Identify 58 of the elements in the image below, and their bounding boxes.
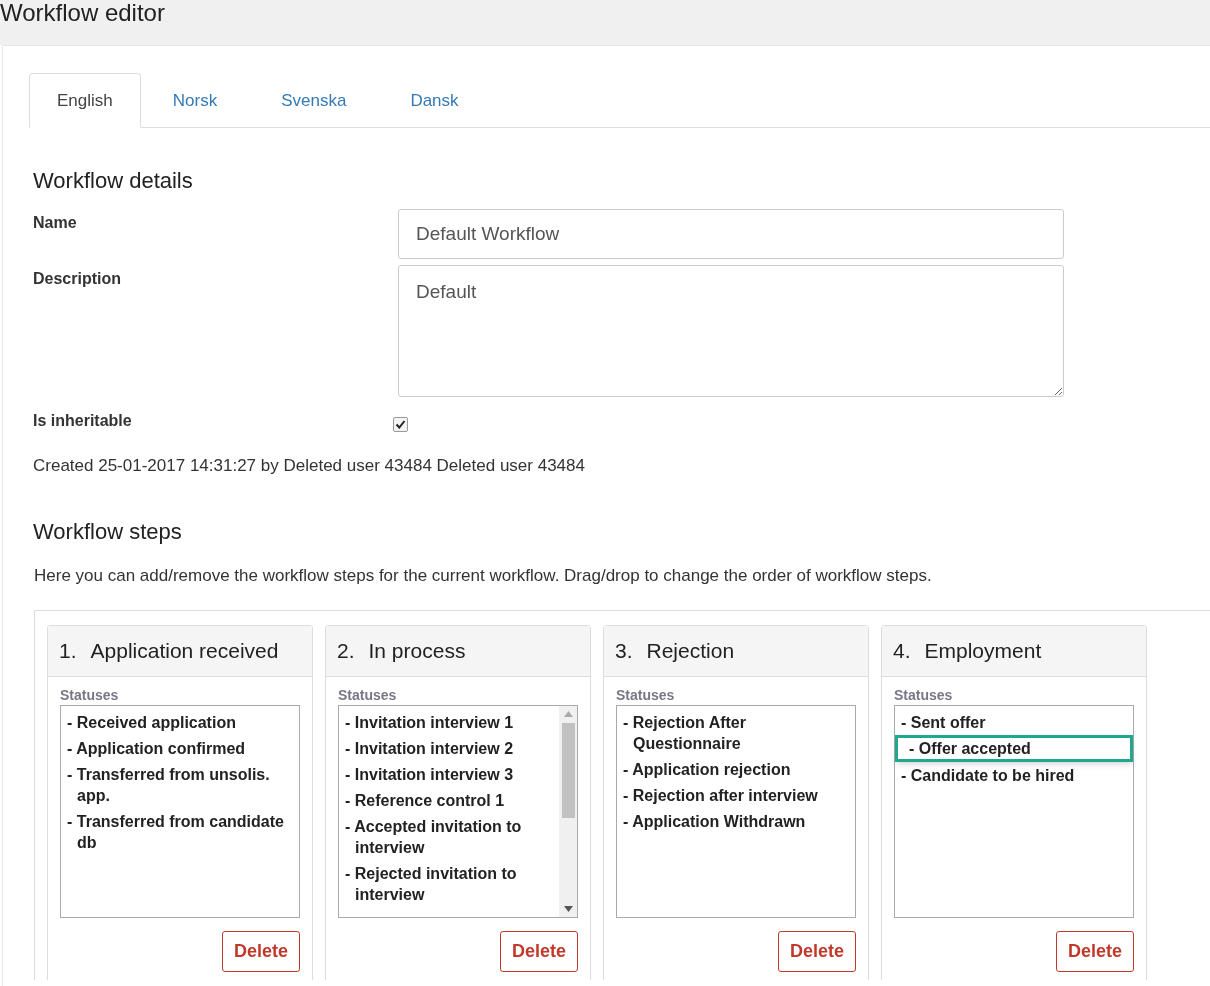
- field-label: Is inheritable: [33, 411, 133, 431]
- status-item[interactable]: - Offer accepted: [895, 735, 1133, 762]
- status-item[interactable]: - Rejection After Questionnaire: [619, 709, 855, 756]
- language-tab[interactable]: Dansk: [378, 73, 491, 128]
- step-title: Rejection: [646, 638, 735, 665]
- step-title: In process: [368, 638, 466, 665]
- inheritable-checkbox[interactable]: [393, 416, 408, 432]
- section-heading: Workflow steps: [33, 518, 183, 545]
- status-list[interactable]: - Rejection After Questionnaire - Application rejection - Rejection after interview - Application Withdrawn: [616, 705, 856, 918]
- status-item[interactable]: - Invitation interview 1: [341, 709, 559, 735]
- field-label: Description: [33, 269, 122, 289]
- field-label: Name: [33, 213, 78, 233]
- status-item[interactable]: - Sent offer: [897, 709, 1133, 735]
- language-tab[interactable]: English: [29, 73, 141, 128]
- status-item[interactable]: - Received application: [63, 709, 299, 735]
- status-item[interactable]: - Candidate to be hired: [897, 762, 1133, 788]
- step-number: 1.: [59, 638, 77, 665]
- status-item[interactable]: - Rejection after interview: [619, 782, 855, 808]
- language-tab[interactable]: Norsk: [140, 73, 250, 128]
- statuses-label: Statuses: [894, 687, 954, 703]
- status-item[interactable]: - Transferred from unsolis. app.: [63, 761, 299, 808]
- step-card[interactable]: 2. In process Statuses - Invitation interview 1 - Invitation interview 2 - Invitation interview 3 - Reference control 1 - Accepted invitation to interview - Rejected invitation to interview Delete: [325, 625, 591, 980]
- name-input[interactable]: Default Workflow: [398, 209, 1064, 259]
- scrollbar[interactable]: [559, 706, 577, 917]
- language-tab[interactable]: Svenska: [249, 73, 379, 128]
- delete-button[interactable]: Delete: [777, 931, 856, 972]
- statuses-label: Statuses: [338, 687, 398, 703]
- created-info: Created 25-01-2017 14:31:27 by Deleted user 43484 Deleted user 43484: [33, 455, 586, 477]
- status-item[interactable]: - Application confirmed: [63, 735, 299, 761]
- status-list[interactable]: - Sent offer - Offer accepted - Candidate to be hired: [894, 705, 1134, 918]
- section-heading: Workflow details: [33, 168, 194, 194]
- status-item[interactable]: - Reference control 1: [341, 787, 559, 813]
- step-number: 3.: [615, 638, 633, 665]
- status-item[interactable]: - Invitation interview 2: [341, 735, 559, 761]
- step-number: 2.: [337, 638, 355, 665]
- status-item[interactable]: - Application Withdrawn: [619, 808, 855, 834]
- step-title: Employment: [924, 638, 1042, 665]
- delete-button[interactable]: Delete: [1055, 931, 1134, 972]
- statuses-label: Statuses: [60, 687, 120, 703]
- status-list[interactable]: - Invitation interview 1 - Invitation interview 2 - Invitation interview 3 - Reference control 1 - Accepted invitation to interview - Rejected invitation to interview: [338, 705, 578, 918]
- step-number: 4.: [893, 638, 911, 665]
- status-item[interactable]: - Invitation interview 3: [341, 761, 559, 787]
- status-item[interactable]: - Transferred from candidate db: [63, 808, 299, 855]
- step-card[interactable]: 3. Rejection Statuses - Rejection After Questionnaire - Application rejection - Rejection after interview - Application Withdrawn Delete: [603, 625, 869, 980]
- delete-button[interactable]: Delete: [221, 931, 300, 972]
- status-item[interactable]: - Rejected invitation to interview: [341, 860, 559, 907]
- scroll-down-arrow-icon[interactable]: [563, 906, 573, 912]
- status-item[interactable]: - Accepted invitation to interview: [341, 813, 559, 860]
- status-item[interactable]: - Application rejection: [619, 756, 855, 782]
- description-textarea[interactable]: Default: [398, 265, 1064, 397]
- delete-button[interactable]: Delete: [499, 931, 578, 972]
- step-card[interactable]: 1. Application received Statuses - Received application - Application confirmed - Transferred from unsolis. app. - Transferred from candidate db Delete: [47, 625, 313, 980]
- steps-hint: Here you can add/remove the workflow steps for the current workflow. Drag/drop to change the order of workflow steps.: [34, 564, 933, 587]
- statuses-label: Statuses: [616, 687, 676, 703]
- step-title: Application received: [90, 638, 279, 665]
- status-list[interactable]: - Received application - Application confirmed - Transferred from unsolis. app. - Transferred from candidate db: [60, 705, 300, 918]
- page-title: Workflow editor: [0, 0, 165, 26]
- step-card[interactable]: 4. Employment Statuses - Sent offer - Offer accepted - Candidate to be hired Delete: [881, 625, 1147, 980]
